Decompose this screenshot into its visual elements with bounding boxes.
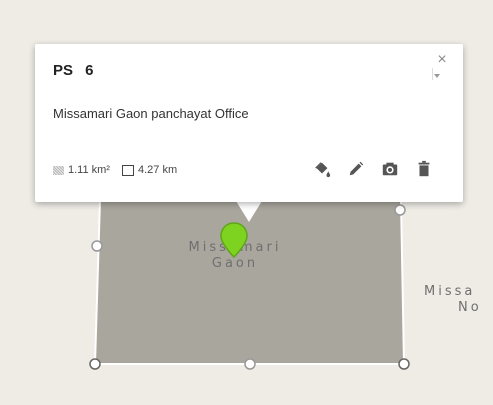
paint-bucket-icon[interactable] xyxy=(313,160,331,178)
place-label-right: Missa No xyxy=(424,284,493,316)
midpoint-handle[interactable] xyxy=(394,204,406,216)
measurements: 1.11 km² 4.27 km xyxy=(53,164,177,176)
place-label-line: Gaon xyxy=(211,256,259,271)
perimeter-value: 4.27 km xyxy=(137,164,178,176)
infowindow-tail xyxy=(236,201,262,222)
area-icon xyxy=(53,165,64,175)
place-label-line: Missa xyxy=(424,284,476,299)
vertex-handle[interactable] xyxy=(89,358,101,370)
area-value: 1.11 km² xyxy=(68,164,110,176)
info-window: PS 6 × Missamari Gaon panchayat Office 1… xyxy=(35,44,463,202)
perimeter-icon xyxy=(121,164,134,176)
trash-icon[interactable] xyxy=(415,160,433,178)
scroll-indicator[interactable] xyxy=(432,68,443,80)
pencil-icon[interactable] xyxy=(347,160,365,178)
midpoint-handle[interactable] xyxy=(244,358,256,370)
info-window-title: PS 6 xyxy=(53,62,94,79)
info-window-description: Missamari Gaon panchayat Office xyxy=(53,106,249,121)
toolbar xyxy=(313,160,433,178)
map-marker-icon[interactable] xyxy=(220,222,248,258)
camera-icon[interactable] xyxy=(381,160,399,178)
vertex-handle[interactable] xyxy=(398,358,410,370)
area-polygon[interactable] xyxy=(93,199,406,365)
place-label-line: No xyxy=(458,300,482,315)
midpoint-handle[interactable] xyxy=(91,240,103,252)
